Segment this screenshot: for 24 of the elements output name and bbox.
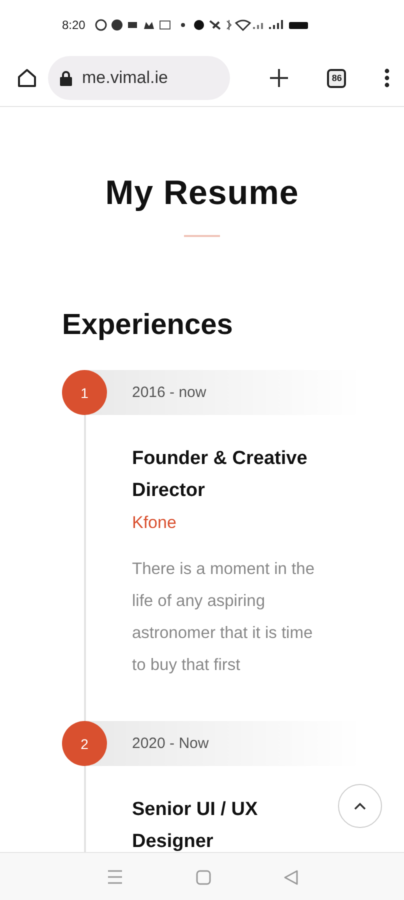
- job-description: There is a moment in the life of any aspiring astronomer that it is time to buy that first: [132, 559, 316, 676]
- wifi-icon: [236, 20, 252, 31]
- bluetooth-icon: [226, 20, 232, 30]
- battery-icon: [289, 22, 308, 29]
- job-title: Founder & Creative Director: [132, 447, 308, 503]
- tab-count[interactable]: 86: [327, 68, 346, 88]
- signal-icon: [253, 23, 264, 29]
- dot-icon: [181, 23, 186, 27]
- signal-icon: [269, 20, 284, 29]
- scroll-top-button[interactable]: [338, 784, 382, 828]
- page-title: My Resume: [104, 174, 300, 213]
- chevron-up-icon: [354, 802, 366, 810]
- crown-icon: [144, 22, 154, 29]
- url-text: me.vimal.ie: [82, 68, 168, 88]
- home-icon[interactable]: [16, 67, 38, 89]
- address-bar[interactable]: me.vimal.ie: [48, 56, 230, 100]
- new-tab-icon[interactable]: [268, 67, 290, 89]
- company-name: Kfone: [132, 512, 178, 534]
- back-icon[interactable]: [284, 870, 298, 884]
- status-time: 8:20: [62, 18, 86, 32]
- job-title: Senior UI / UX Designer: [132, 798, 259, 852]
- section-title: Experiences: [62, 309, 234, 342]
- lock-icon: [60, 70, 72, 86]
- menu-icon[interactable]: [384, 68, 390, 88]
